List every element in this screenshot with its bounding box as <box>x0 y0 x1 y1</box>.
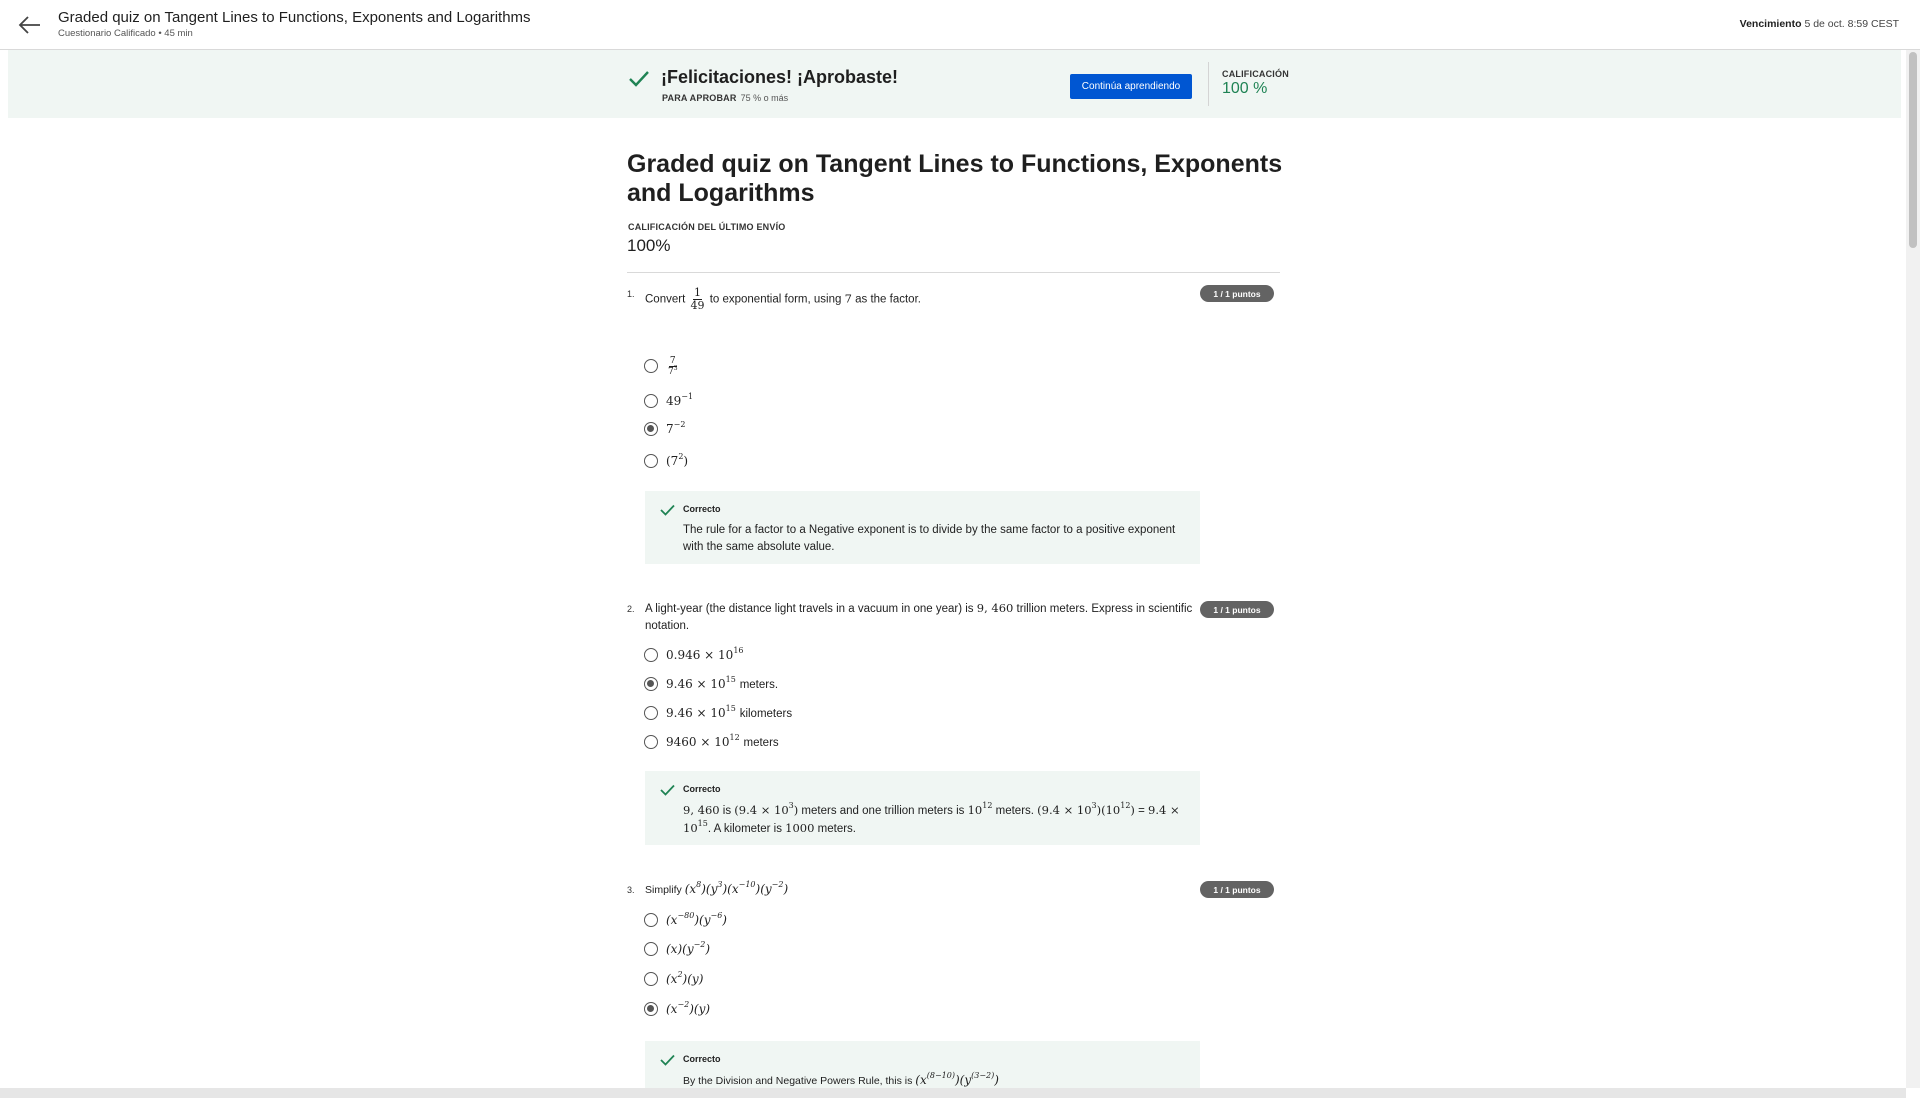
feedback-text: The rule for a factor to a Negative expo… <box>683 524 1176 553</box>
question-text: to exponential form, using <box>709 293 842 306</box>
option-label: (x−80)(y−6) <box>666 911 727 928</box>
checkmark-icon <box>629 71 649 87</box>
due-date: Vencimiento 5 de oct. 8:59 CEST <box>1740 18 1899 30</box>
question-number: 3. <box>627 885 635 895</box>
answer-option[interactable]: 9.46 × 1015 meters. <box>644 674 778 694</box>
pass-value: 75 % o más <box>740 93 789 103</box>
option-label: 7−2 <box>666 420 686 437</box>
last-submission-value: 100% <box>627 236 671 255</box>
pass-threshold: PARA APROBAR 75 % o más <box>662 93 788 103</box>
math-expression: (x8)(y3)(x−10)(y−2) <box>684 880 789 897</box>
fraction-denominator: 49 <box>690 299 705 312</box>
fraction: 1 49 <box>690 287 704 312</box>
feedback-label: Correcto <box>683 504 721 514</box>
question-1-text: Convert 1 49 to exponential form, using 7… <box>645 287 921 312</box>
answer-option[interactable]: 7−2 <box>644 419 685 439</box>
pass-title: ¡Felicitaciones! ¡Aprobaste! <box>661 67 899 87</box>
divider <box>1208 62 1209 106</box>
radio-button[interactable] <box>644 648 658 662</box>
feedback-label: Correcto <box>683 1054 721 1064</box>
checkmark-icon <box>660 784 675 796</box>
quiz-title: Graded quiz on Tangent Lines to Function… <box>58 9 531 26</box>
grade-value: 100 % <box>1222 80 1268 97</box>
answer-option[interactable]: 7 73 <box>644 350 680 382</box>
quiz-subtitle: Cuestionario Calificado • 45 min <box>58 28 193 39</box>
question-text: Convert <box>645 293 686 306</box>
question-text: as the factor. <box>855 293 921 306</box>
radio-button-selected[interactable] <box>644 422 658 436</box>
question-3-text: Simplify (x8)(y3)(x−10)(y−2) <box>645 881 788 899</box>
radio-button[interactable] <box>644 913 658 927</box>
divider <box>627 272 1280 273</box>
answer-option[interactable]: (x−80)(y−6) <box>644 910 727 930</box>
option-label: 9460 × 1012 meters <box>666 733 779 750</box>
continue-learning-button[interactable]: Continúa aprendiendo <box>1070 74 1192 99</box>
pass-banner <box>8 50 1901 118</box>
math-value: 7 <box>844 291 852 306</box>
vertical-scrollbar[interactable] <box>1906 50 1920 1088</box>
answer-option[interactable]: (72) <box>644 451 688 471</box>
points-badge: 1 / 1 puntos <box>1200 285 1274 302</box>
radio-button[interactable] <box>644 706 658 720</box>
feedback-panel: Correcto The rule for a factor to a Nega… <box>645 491 1200 564</box>
question-text: Simplify <box>645 884 682 896</box>
back-arrow-icon[interactable] <box>18 14 42 36</box>
due-value: 5 de oct. 8:59 CEST <box>1804 18 1899 30</box>
grade-label: CALIFICACIÓN <box>1222 69 1289 79</box>
option-label: (x2)(y) <box>666 970 704 987</box>
answer-option[interactable]: 9460 × 1012 meters <box>644 732 779 752</box>
checkmark-icon <box>660 1054 675 1066</box>
checkmark-icon <box>660 504 675 516</box>
question-number: 2. <box>627 604 635 614</box>
option-label: 0.946 × 1016 <box>666 646 744 663</box>
feedback-panel: Correcto By the Division and Negative Po… <box>645 1041 1200 1088</box>
option-label: (72) <box>666 452 689 469</box>
points-badge: 1 / 1 puntos <box>1200 881 1274 898</box>
pass-label: PARA APROBAR <box>662 93 737 103</box>
radio-button[interactable] <box>644 972 658 986</box>
answer-option[interactable]: 9.46 × 1015 kilometers <box>644 703 792 723</box>
option-label: (x)(y−2) <box>666 940 711 957</box>
question-text: A light-year (the distance light travels… <box>645 603 974 615</box>
radio-button-selected[interactable] <box>644 1002 658 1016</box>
option-label: 9.46 × 1015 kilometers <box>666 704 793 721</box>
radio-button[interactable] <box>644 735 658 749</box>
answer-option[interactable]: (x)(y−2) <box>644 939 710 959</box>
radio-button[interactable] <box>644 454 658 468</box>
last-submission-label: CALIFICACIÓN DEL ÚLTIMO ENVÍO <box>628 222 786 232</box>
scrollbar-thumb[interactable] <box>1909 52 1917 248</box>
question-number: 1. <box>627 289 635 299</box>
radio-button[interactable] <box>644 394 658 408</box>
answer-option[interactable]: 0.946 × 1016 <box>644 645 744 665</box>
answer-option[interactable]: 49−1 <box>644 391 693 411</box>
answer-option[interactable]: (x2)(y) <box>644 969 703 989</box>
radio-button-selected[interactable] <box>644 677 658 691</box>
feedback-text: 9, 460 is (9.4 × 103) meters and one tri… <box>683 801 1180 836</box>
option-label: (x−2)(y) <box>666 1000 711 1017</box>
top-header: Graded quiz on Tangent Lines to Function… <box>0 0 1920 50</box>
math-value: 9, 460 <box>976 601 1014 615</box>
feedback-label: Correcto <box>683 784 721 794</box>
feedback-panel: Correcto 9, 460 is (9.4 × 103) meters an… <box>645 771 1200 845</box>
option-label: 49−1 <box>666 392 694 409</box>
option-label: 9.46 × 1015 meters. <box>666 675 779 692</box>
due-label: Vencimiento <box>1739 18 1802 30</box>
horizontal-scrollbar[interactable] <box>0 1088 1906 1098</box>
page-title: Graded quiz on Tangent Lines to Function… <box>627 150 1283 207</box>
radio-button[interactable] <box>644 942 658 956</box>
radio-button[interactable] <box>644 359 658 373</box>
points-badge: 1 / 1 puntos <box>1200 601 1274 618</box>
answer-option[interactable]: (x−2)(y) <box>644 999 710 1019</box>
question-2-text: A light-year (the distance light travels… <box>645 600 1200 635</box>
feedback-text-before: By the Division and Negative Powers Rule… <box>683 1075 913 1087</box>
option-label: 7 73 <box>668 355 678 377</box>
